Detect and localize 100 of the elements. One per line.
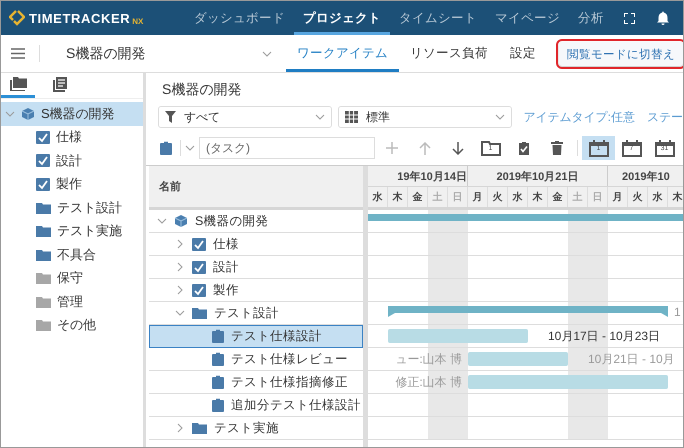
tree-item-label: テスト設計: [57, 198, 122, 217]
filter-dropdown[interactable]: すべて: [158, 106, 332, 128]
tree-item[interactable]: 保守: [1, 266, 143, 290]
folder-icon: [192, 307, 207, 319]
expand-icon[interactable]: [175, 262, 185, 272]
day-header: 木: [388, 187, 408, 207]
tab[interactable]: リソース負荷: [399, 35, 499, 72]
row-label: テスト実施: [214, 420, 279, 436]
logo-text: TIMETRACKER: [29, 10, 130, 26]
briefcase-icon: [212, 398, 224, 412]
folder-icon: [36, 225, 51, 238]
tree-item-label: 保守: [57, 269, 83, 288]
briefcase-icon: [212, 329, 224, 343]
dropdown-icon[interactable]: [314, 112, 325, 122]
tree-item-label: 管理: [57, 292, 83, 311]
date-range-label: 10月17日 - 10月23日: [548, 328, 660, 345]
dropdown-icon[interactable]: [185, 143, 195, 153]
day-header: 水: [648, 187, 668, 207]
tree-item[interactable]: 仕様: [1, 126, 143, 149]
menu-icon[interactable]: [11, 48, 25, 59]
day-header: 日: [448, 187, 468, 207]
briefcase-icon[interactable]: [160, 141, 172, 155]
tree-item-label: 設計: [56, 152, 82, 170]
tree-item[interactable]: テスト実施: [1, 220, 143, 243]
day-header: 水: [508, 187, 528, 207]
nav-tab[interactable]: ダッシュボード: [185, 1, 294, 35]
cube-icon: [174, 214, 188, 228]
tree-item[interactable]: 管理: [1, 290, 143, 314]
day-header: 水: [368, 187, 388, 207]
checkbox-icon: [192, 284, 206, 296]
briefcase-icon: [212, 375, 224, 389]
tree-item[interactable]: その他: [1, 314, 143, 337]
collapse-icon[interactable]: [175, 308, 185, 318]
tree-item-label: その他: [57, 316, 96, 334]
tree-row[interactable]: テスト仕様レビュー: [149, 348, 363, 371]
expand-icon[interactable]: [175, 239, 185, 249]
tab[interactable]: 設定: [499, 35, 547, 72]
tab[interactable]: ワークアイテム: [286, 35, 399, 72]
row-label: S機器の開発: [195, 212, 268, 230]
date-range-label: 1: [674, 305, 681, 319]
tree-row[interactable]: テスト仕様設計: [149, 325, 363, 348]
tree-item[interactable]: S機器の開発: [1, 102, 143, 126]
tree-row[interactable]: 追加分テスト仕様設計: [149, 394, 363, 417]
collapse-icon[interactable]: [157, 216, 167, 226]
mode-switch-button[interactable]: 閲覧モードに切替え: [559, 42, 683, 66]
day-header: 土: [428, 187, 448, 207]
dropdown-icon[interactable]: [262, 48, 272, 58]
tree-row[interactable]: テスト仕様指摘修正: [149, 371, 363, 394]
calendar-icon: [588, 140, 608, 156]
tree-row[interactable]: S機器の開発: [149, 210, 363, 233]
day-header: 日: [588, 187, 608, 207]
row-label: 追加分テスト仕様設計: [231, 396, 361, 414]
calendar-icon: [622, 140, 642, 156]
day-header: 木: [668, 187, 683, 207]
folder-icon: [36, 319, 51, 332]
week-header: 2019年10月21日: [468, 166, 608, 186]
task-input[interactable]: (タスク): [199, 137, 375, 159]
day-header: 月: [608, 187, 628, 207]
nav-tab[interactable]: プロジェクト: [294, 1, 390, 35]
expand-icon[interactable]: [175, 423, 185, 433]
row-label: テスト仕様設計: [231, 328, 322, 344]
nav-tab[interactable]: タイムシート: [390, 1, 486, 35]
cube-icon: [21, 106, 35, 121]
folder-icon: [36, 272, 51, 284]
logo-suffix: NX: [132, 17, 144, 26]
view-dropdown[interactable]: 標準: [338, 106, 512, 128]
collapse-icon[interactable]: [5, 108, 15, 119]
day-header: 月: [468, 187, 488, 207]
tree-row[interactable]: テスト実施: [149, 417, 363, 440]
grid-icon: [344, 111, 358, 123]
folder-icon: [36, 202, 51, 214]
row-label: 仕様: [213, 236, 239, 252]
checkbox-icon: [192, 260, 206, 274]
tree-item[interactable]: 製作: [1, 172, 143, 196]
nav-tab[interactable]: マイページ: [486, 1, 569, 35]
project-name: S機器の開発: [66, 44, 146, 62]
day-header: 火: [628, 187, 648, 207]
row-label: 設計: [213, 258, 239, 276]
up-arrow-icon: [418, 142, 430, 154]
tree-item[interactable]: 不具合: [1, 243, 143, 266]
assignee-label: ュー:山本 博: [395, 351, 462, 368]
down-arrow-icon: [452, 142, 464, 154]
tree-item[interactable]: 設計: [1, 149, 143, 172]
expand-icon[interactable]: [175, 285, 185, 295]
day-header: 金: [548, 187, 568, 207]
day-header: 木: [528, 187, 548, 207]
trash-icon: [550, 141, 562, 155]
fullscreen-icon[interactable]: [624, 12, 635, 24]
tree-item[interactable]: テスト設計: [1, 196, 143, 220]
nav-tab[interactable]: 分析: [569, 1, 613, 35]
plus-icon: [386, 142, 398, 154]
checkbox-icon: [192, 238, 206, 250]
briefcase-icon: [212, 352, 224, 366]
tree-row[interactable]: 仕様: [149, 233, 363, 256]
bell-icon[interactable]: [657, 11, 669, 25]
tree-row[interactable]: 設計: [149, 256, 363, 279]
tree-row[interactable]: 製作: [149, 279, 363, 302]
row-label: 製作: [213, 282, 239, 298]
checkbox-icon: [36, 178, 50, 191]
dropdown-icon[interactable]: [494, 112, 505, 122]
